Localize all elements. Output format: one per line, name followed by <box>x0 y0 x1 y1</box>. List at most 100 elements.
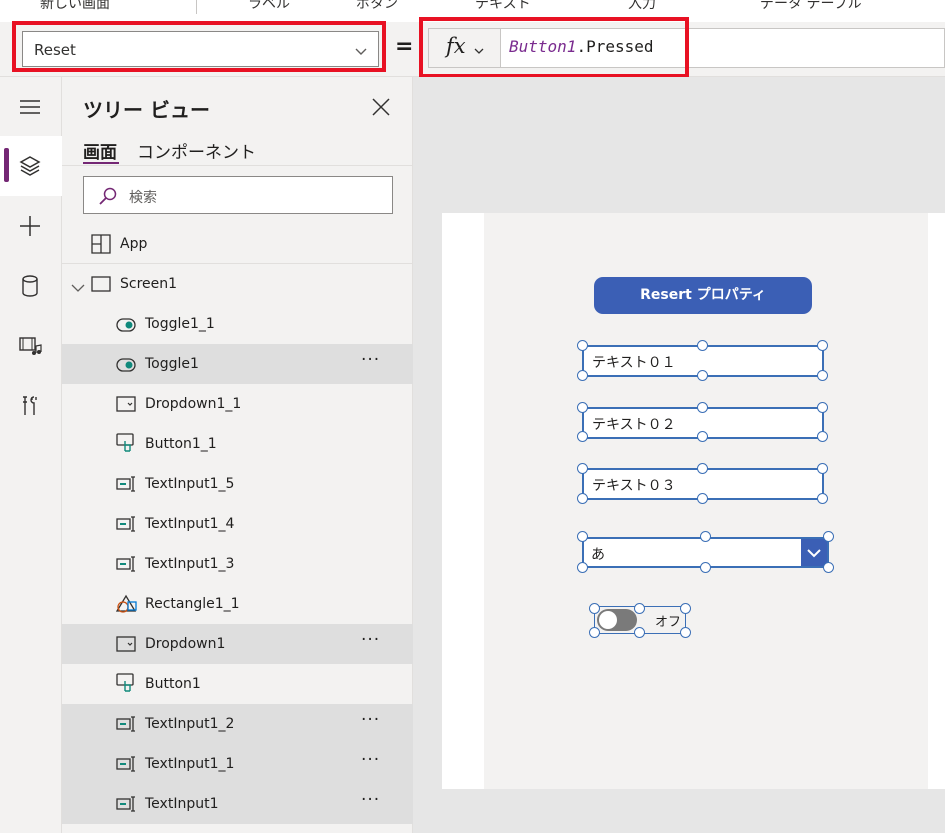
resize-handle[interactable] <box>577 431 588 442</box>
hamburger-icon[interactable] <box>18 97 42 121</box>
equals-sign: = <box>395 34 414 59</box>
more-options-icon[interactable]: ··· <box>361 750 380 770</box>
tree-row-screen1[interactable]: Screen1 <box>62 264 413 304</box>
tree-row-button1-1[interactable]: Button1_1 <box>62 424 413 464</box>
resize-handle[interactable] <box>697 402 708 413</box>
tree-row-textinput1-2[interactable]: TextInput1_2 ··· <box>62 704 413 744</box>
resize-handle[interactable] <box>577 493 588 504</box>
resize-handle[interactable] <box>817 340 828 351</box>
tab-screens[interactable]: 画面 <box>83 138 117 163</box>
resize-handle[interactable] <box>634 603 645 614</box>
ribbon-label[interactable]: ラベル <box>248 0 290 13</box>
tree-row-label: TextInput1_4 <box>145 516 235 532</box>
tree-row-dropdown1-1[interactable]: Dropdown1_1 <box>62 384 413 424</box>
resize-handle[interactable] <box>577 340 588 351</box>
database-icon[interactable] <box>18 274 42 302</box>
resize-handle[interactable] <box>817 463 828 474</box>
tree-row-label: Screen1 <box>120 276 178 292</box>
resize-handle[interactable] <box>697 370 708 381</box>
tree-row-label: Dropdown1 <box>145 636 226 652</box>
resize-handle[interactable] <box>680 627 691 638</box>
tree-row-textinput1[interactable]: TextInput1 ··· <box>62 784 413 824</box>
resize-handle[interactable] <box>589 627 600 638</box>
tree-row-button1[interactable]: Button1 <box>62 664 413 704</box>
textinput-icon <box>116 716 138 736</box>
resize-handle[interactable] <box>680 603 691 614</box>
search-input[interactable]: 検索 <box>83 176 393 214</box>
toggle-label: オフ <box>655 615 682 630</box>
more-options-icon[interactable]: ··· <box>361 790 380 810</box>
ribbon-text[interactable]: テキスト <box>475 0 531 13</box>
resize-handle[interactable] <box>700 562 711 573</box>
tree-row-dropdown1[interactable]: Dropdown1 ··· <box>62 624 413 664</box>
tree-row-label: TextInput1_2 <box>145 716 235 732</box>
plus-icon[interactable] <box>18 214 42 242</box>
dropdown-icon <box>116 396 136 416</box>
tree-row-label: Dropdown1_1 <box>145 396 242 412</box>
tree-row-toggle1[interactable]: Toggle1 ··· <box>62 344 413 384</box>
chevron-down-icon[interactable] <box>71 278 85 297</box>
ribbon-input[interactable]: 入力 <box>628 0 656 13</box>
more-options-icon[interactable]: ··· <box>361 350 380 370</box>
resize-handle[interactable] <box>577 562 588 573</box>
resize-handle[interactable] <box>700 531 711 542</box>
resize-handle[interactable] <box>697 340 708 351</box>
ribbon-divider <box>196 0 197 14</box>
dropdown-chevron-button[interactable] <box>801 539 827 566</box>
highlight-box-formula <box>419 17 689 78</box>
resize-handle[interactable] <box>589 603 600 614</box>
ribbon-data-table[interactable]: データ テーブル <box>760 0 862 13</box>
resize-handle[interactable] <box>634 627 645 638</box>
tree-row-label: Rectangle1_1 <box>145 596 240 612</box>
tree-row-label: TextInput1_5 <box>145 476 235 492</box>
tree-row-textinput1-3[interactable]: TextInput1_3 <box>62 544 413 584</box>
resize-handle[interactable] <box>817 402 828 413</box>
resize-handle[interactable] <box>697 493 708 504</box>
resize-handle[interactable] <box>697 463 708 474</box>
rail-active-indicator <box>4 148 9 182</box>
reset-property-button[interactable]: Resert プロパティ <box>594 277 812 314</box>
ribbon-new-screen[interactable]: 新しい画面 <box>40 0 110 13</box>
tab-divider <box>62 165 413 166</box>
resize-handle[interactable] <box>817 493 828 504</box>
panel-title: ツリー ビュー <box>83 98 210 122</box>
text-input-value: テキスト０１ <box>592 355 676 371</box>
toggle-icon <box>116 357 136 376</box>
resize-handle[interactable] <box>577 370 588 381</box>
tools-icon[interactable] <box>18 394 42 422</box>
resize-handle[interactable] <box>577 531 588 542</box>
media-icon[interactable] <box>18 334 42 362</box>
resize-handle[interactable] <box>697 431 708 442</box>
tree-row-label: TextInput1 <box>145 796 219 812</box>
text-input-value: テキスト０３ <box>592 478 676 494</box>
close-icon[interactable] <box>370 96 392 122</box>
resize-handle[interactable] <box>823 531 834 542</box>
tree-row-label: Button1_1 <box>145 436 217 452</box>
tree-row-rectangle1-1[interactable]: Rectangle1_1 <box>62 584 413 624</box>
tree-row-label: TextInput1_3 <box>145 556 235 572</box>
shapes-icon <box>115 594 138 618</box>
layers-icon[interactable] <box>18 154 42 182</box>
resize-handle[interactable] <box>577 463 588 474</box>
tab-components[interactable]: コンポーネント <box>137 138 256 163</box>
tree-row-label: TextInput1_1 <box>145 756 235 772</box>
more-options-icon[interactable]: ··· <box>361 630 380 650</box>
tree-row-label: App <box>120 236 148 252</box>
toggle-knob <box>599 611 617 629</box>
more-options-icon[interactable]: ··· <box>361 710 380 730</box>
resize-handle[interactable] <box>577 402 588 413</box>
tree-row-app[interactable]: App <box>62 224 413 264</box>
tree-row-textinput1-5[interactable]: TextInput1_5 <box>62 464 413 504</box>
canvas-margin-right <box>928 213 945 789</box>
resize-handle[interactable] <box>823 562 834 573</box>
tree-row-toggle1-1[interactable]: Toggle1_1 <box>62 304 413 344</box>
ribbon-button[interactable]: ボタン <box>356 0 398 13</box>
dropdown-icon <box>116 636 136 656</box>
tree-row-textinput1-1[interactable]: TextInput1_1 ··· <box>62 744 413 784</box>
resize-handle[interactable] <box>817 431 828 442</box>
tree-row-textinput1-4[interactable]: TextInput1_4 <box>62 504 413 544</box>
resize-handle[interactable] <box>817 370 828 381</box>
tree-row-label: Button1 <box>145 676 201 692</box>
textinput-icon <box>116 796 138 816</box>
textinput-icon <box>116 756 138 776</box>
